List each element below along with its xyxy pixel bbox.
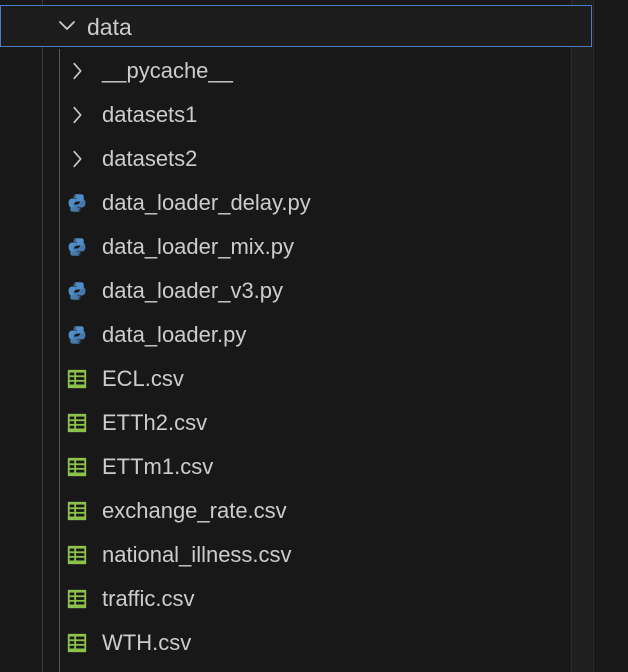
csv-table-icon bbox=[67, 413, 87, 433]
csv-table-icon bbox=[67, 369, 87, 389]
tree-item-label: data_loader_v3.py bbox=[102, 278, 284, 303]
chevron-right-icon bbox=[73, 150, 82, 168]
tree-file-item[interactable]: ETTm1.csv bbox=[60, 445, 570, 489]
python-icon bbox=[68, 238, 86, 256]
tree-indent-guide bbox=[42, 0, 43, 672]
tree-file-item[interactable]: exchange_rate.csv bbox=[60, 489, 570, 533]
tree-item-label: datasets2 bbox=[102, 146, 198, 171]
csv-table-icon bbox=[67, 589, 87, 609]
python-icon bbox=[68, 326, 86, 344]
tree-folder-item[interactable]: __pycache__ bbox=[60, 49, 570, 93]
tree-file-item[interactable]: ETTh2.csv bbox=[60, 401, 570, 445]
tree-item-label: traffic.csv bbox=[102, 586, 195, 611]
tree-item-label: datasets1 bbox=[102, 102, 198, 127]
csv-table-icon bbox=[67, 501, 87, 521]
tree-file-item[interactable]: WTH.csv bbox=[60, 621, 570, 665]
chevron-right-icon bbox=[73, 106, 82, 124]
tree-file-item[interactable]: national_illness.csv bbox=[60, 533, 570, 577]
python-icon bbox=[68, 282, 86, 300]
tree-item-label: national_illness.csv bbox=[102, 542, 292, 567]
tree-folder-item[interactable]: datasets1 bbox=[60, 93, 570, 137]
tree-folder-item[interactable]: datasets2 bbox=[60, 137, 570, 181]
tree-file-item[interactable]: data_loader_delay.py bbox=[60, 181, 570, 225]
tree-file-item[interactable]: data_loader.py bbox=[60, 313, 570, 357]
tree-file-item[interactable]: data_loader_mix.py bbox=[60, 225, 570, 269]
tree-item-label: exchange_rate.csv bbox=[102, 498, 287, 523]
tree-item-label: ETTh2.csv bbox=[102, 410, 208, 435]
tree-item-label: WTH.csv bbox=[102, 630, 192, 655]
tree-file-item[interactable]: ECL.csv bbox=[60, 357, 570, 401]
tree-item-label: ETTm1.csv bbox=[102, 454, 214, 479]
csv-table-icon bbox=[67, 545, 87, 565]
tree-item-label: data_loader.py bbox=[102, 322, 247, 347]
chevron-right-icon bbox=[73, 62, 82, 80]
csv-table-icon bbox=[67, 633, 87, 653]
tree-item-label: data_loader_mix.py bbox=[102, 234, 295, 259]
explorer-scrollbar-track[interactable] bbox=[571, 0, 593, 672]
tree-file-item[interactable]: data_loader_v3.py bbox=[60, 269, 570, 313]
folder-name: data bbox=[87, 14, 132, 40]
csv-table-icon bbox=[67, 457, 87, 477]
tree-item-label: ECL.csv bbox=[102, 366, 184, 391]
tree-file-item[interactable]: traffic.csv bbox=[60, 577, 570, 621]
panel-edge bbox=[593, 0, 628, 672]
file-explorer: data __pycache__ datasets1 datasets2 data_l… bbox=[0, 0, 628, 672]
folder-data-row[interactable]: data bbox=[0, 5, 592, 47]
python-icon bbox=[68, 194, 86, 212]
chevron-down-icon bbox=[59, 21, 75, 30]
tree-item-label: __pycache__ bbox=[102, 58, 233, 83]
tree-item-label: data_loader_delay.py bbox=[102, 190, 311, 215]
